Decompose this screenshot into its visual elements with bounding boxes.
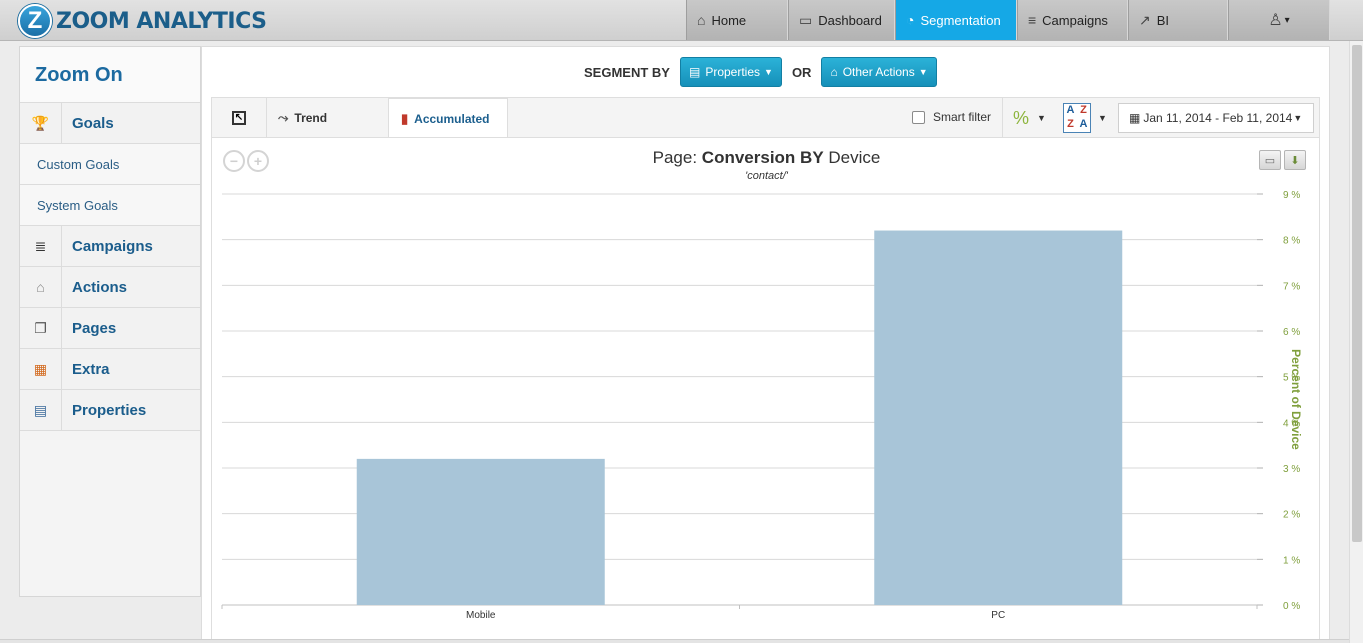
logo-text: ZOOM ANALYTICS (56, 8, 267, 34)
caret-down-icon: ▼ (764, 67, 773, 77)
x-tick-label: Mobile (466, 610, 496, 621)
logo-mark: Z (18, 4, 52, 38)
caret-down-icon: ▼ (1037, 113, 1046, 123)
smart-filter-label: Smart filter (933, 110, 992, 124)
y-tick-label: 0 % (1283, 601, 1300, 612)
bar-chart-icon: ▮ (401, 110, 409, 126)
sidebar-item-campaigns[interactable]: ≣ Campaigns (20, 226, 200, 267)
smart-filter: Smart filter (912, 110, 991, 124)
id-card-icon: ▤ (20, 390, 62, 430)
segment-bar: SEGMENT BY ▤ Properties ▼ OR ⌂ Other Act… (584, 57, 937, 87)
tab-accumulated-label: Accumulated (414, 111, 490, 126)
main-panel: SEGMENT BY ▤ Properties ▼ OR ⌂ Other Act… (201, 46, 1330, 640)
calendar-icon: ▦ (1129, 111, 1141, 125)
sidebar-subitem-system-goals[interactable]: System Goals (20, 185, 200, 226)
percent-dropdown[interactable]: % ▼ (1002, 98, 1056, 138)
bar-mobile (356, 458, 605, 605)
date-range-value: Jan 11, 2014 - Feb 11, 2014 (1143, 111, 1293, 125)
other-actions-dropdown[interactable]: ⌂ Other Actions ▼ (821, 57, 937, 87)
nav-bi[interactable]: ↗ BI (1128, 0, 1228, 40)
trophy-icon: 🏆 (20, 103, 62, 143)
nav-campaigns[interactable]: ≡ Campaigns (1017, 0, 1128, 40)
tab-accumulated[interactable]: ▮ Accumulated (388, 98, 508, 139)
nav-bi-label: BI (1156, 12, 1170, 28)
sort-dropdown[interactable]: AZ ZA ▼ (1063, 102, 1113, 134)
sidebar-title: Zoom On (20, 47, 200, 103)
nav-segmentation[interactable]: ◔ Segmentation (895, 0, 1017, 40)
line-chart-icon: ↗ (1139, 11, 1151, 28)
expand-icon: ↖ (232, 111, 246, 125)
bar-pc (874, 230, 1123, 605)
y-tick-label: 8 % (1283, 236, 1300, 247)
home-icon: ⌂ (697, 12, 706, 28)
user-icon: ♙ (1268, 12, 1283, 29)
sidebar-item-pages[interactable]: ❐ Pages (20, 308, 200, 349)
y-tick-label: 1 % (1283, 555, 1300, 566)
percent-icon: % (1013, 107, 1030, 128)
sidebar-item-extra[interactable]: ▦ Extra (20, 349, 200, 390)
mouse-icon: ⌂ (830, 65, 838, 79)
or-label: OR (791, 64, 812, 80)
sidebar-item-label: Actions (72, 278, 128, 296)
nav-dashboard[interactable]: ▭ Dashboard (788, 0, 895, 40)
nav-home[interactable]: ⌂ Home (686, 0, 788, 40)
smart-filter-checkbox[interactable] (912, 110, 925, 124)
properties-dropdown[interactable]: ▤ Properties ▼ (679, 57, 782, 87)
sort-az-icon: AZ ZA (1063, 103, 1091, 133)
properties-label: Properties (705, 65, 761, 79)
y-tick-label: 6 % (1283, 327, 1300, 338)
caret-down-icon: ▼ (918, 67, 928, 77)
tab-trend-label: Trend (294, 111, 328, 125)
chart-area: − + Page: Conversion BY Device 'contact/… (211, 137, 1320, 640)
caret-down-icon: ▼ (1293, 113, 1303, 123)
y-tick-label: 2 % (1283, 510, 1300, 521)
tab-trend[interactable]: ⤳ Trend (278, 98, 327, 138)
monitor-icon: ▭ (799, 11, 813, 28)
scrollbar-thumb[interactable] (1352, 45, 1362, 542)
sidebar-item-goals[interactable]: 🏆 Goals (20, 103, 200, 144)
mouse-icon: ⌂ (20, 267, 62, 307)
other-actions-label: Other Actions (842, 65, 915, 79)
trend-icon: ⤳ (278, 110, 289, 125)
pages-icon: ❐ (20, 308, 62, 348)
main-nav: ⌂ Home ▭ Dashboard ◔ Segmentation ≡ Camp… (686, 0, 1330, 40)
y-tick-label: 3 % (1283, 464, 1300, 475)
nav-segmentation-label: Segmentation (920, 12, 1001, 28)
expand-button[interactable]: ↖ (212, 98, 267, 138)
sidebar-item-label: Goals (72, 114, 114, 132)
id-card-icon: ▤ (688, 65, 701, 79)
app-logo[interactable]: Z ZOOM ANALYTICS (18, 3, 267, 39)
chevron-down-icon: ▾ (1284, 14, 1290, 26)
vertical-scrollbar[interactable] (1349, 41, 1363, 643)
caret-down-icon: ▼ (1098, 113, 1107, 123)
sidebar-item-label: Campaigns (72, 237, 153, 255)
chart-toolbar: ↖ ⤳ Trend ▮ Accumulated Smart filter % ▼… (211, 97, 1320, 139)
segment-by-label: SEGMENT BY (584, 64, 670, 80)
sidebar-subitem-custom-goals[interactable]: Custom Goals (20, 144, 200, 185)
bar-chart: 0 %1 %2 %3 %4 %5 %6 %7 %8 %9 %Mobile PCPe… (221, 190, 1303, 621)
x-tick-label: PC (991, 610, 1005, 621)
sidebar-item-label: Properties (72, 401, 147, 419)
y-tick-label: 7 % (1283, 281, 1300, 292)
pie-chart-icon: ◔ (906, 12, 915, 28)
grid-icon: ▦ (20, 349, 62, 389)
sidebar-item-properties[interactable]: ▤ Properties (20, 390, 200, 431)
y-axis-label: Percent of Device (1289, 349, 1303, 450)
sidebar-item-label: Extra (72, 360, 110, 378)
top-bar: Z ZOOM ANALYTICS ⌂ Home ▭ Dashboard ◔ Se… (0, 0, 1363, 41)
coins-icon: ≡ (1028, 12, 1037, 28)
sidebar-item-label: Pages (72, 319, 117, 337)
page-bottom-edge (0, 639, 1349, 643)
date-range-picker[interactable]: ▦ Jan 11, 2014 - Feb 11, 2014 ▼ (1118, 103, 1314, 133)
nav-dashboard-label: Dashboard (818, 12, 882, 28)
sidebar-item-actions[interactable]: ⌂ Actions (20, 267, 200, 308)
sidebar: Zoom On 🏆 Goals Custom Goals System Goal… (19, 46, 201, 597)
nav-user-menu[interactable]: ♙ ▾ (1228, 0, 1330, 40)
nav-home-label: Home (711, 12, 747, 28)
nav-campaigns-label: Campaigns (1042, 12, 1108, 28)
y-tick-label: 9 % (1283, 190, 1300, 201)
coins-icon: ≣ (20, 226, 62, 266)
